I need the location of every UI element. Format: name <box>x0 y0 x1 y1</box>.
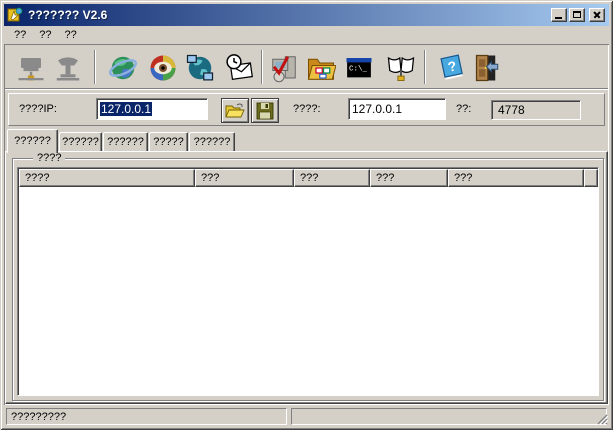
view-eye-button[interactable] <box>146 49 180 86</box>
ip-input-selected-text: 127.0.0.1 <box>100 102 152 116</box>
column-header-3[interactable]: ??? <box>294 169 370 187</box>
resize-grip-icon[interactable] <box>595 412 608 425</box>
mail-schedule-button[interactable] <box>222 49 256 86</box>
list-body[interactable] <box>19 187 597 394</box>
globe-computers-icon <box>185 53 215 83</box>
toolbar-separator <box>261 50 263 84</box>
remote-network-button[interactable] <box>183 49 217 86</box>
tab-3[interactable]: ?????? <box>103 132 148 152</box>
title-bar[interactable]: ??????? V2.6 <box>4 4 609 26</box>
close-button[interactable] <box>589 8 605 22</box>
command-prompt-button[interactable]: C:\_ <box>342 49 376 86</box>
port-field: 4778 <box>491 100 581 120</box>
tab-5[interactable]: ?????? <box>189 132 235 152</box>
command-prompt-icon: C:\_ <box>344 53 374 83</box>
book-network-button[interactable] <box>384 49 418 86</box>
cmd-icon-text: C:\_ <box>349 65 368 73</box>
menu-item-2[interactable]: ?? <box>33 28 57 42</box>
browser-button[interactable] <box>106 49 140 86</box>
client-area: C:\_ ? <box>4 44 609 405</box>
tab-page: ???? ???? ??? ??? ??? ??? <box>5 151 608 404</box>
column-header-1[interactable]: ???? <box>19 169 195 187</box>
computer-check-icon <box>269 53 299 83</box>
column-header-5[interactable]: ??? <box>448 169 584 187</box>
network-connect-icon <box>16 53 46 83</box>
second-label: ????: <box>293 103 321 115</box>
programs-folder-button[interactable] <box>304 49 338 86</box>
list-view[interactable]: ???? ??? ??? ??? ??? <box>17 167 599 396</box>
menu-item-3[interactable]: ?? <box>59 28 83 42</box>
tab-4[interactable]: ????? <box>149 132 188 152</box>
eye-icon <box>148 53 178 83</box>
toolbar: C:\_ ? <box>5 45 608 89</box>
maximize-icon <box>573 11 581 18</box>
menu-bar: ?? ?? ?? <box>4 26 609 44</box>
tab-2[interactable]: ?????? <box>59 132 102 152</box>
menu-item-1[interactable]: ?? <box>8 28 32 42</box>
column-header-2[interactable]: ??? <box>195 169 294 187</box>
save-floppy-icon <box>255 102 275 120</box>
connect-button[interactable] <box>14 49 48 86</box>
open-folder-icon <box>225 102 245 120</box>
app-window: ??????? V2.6 ?? ?? ?? <box>0 0 613 430</box>
status-panel-right <box>291 408 607 425</box>
exit-door-icon <box>469 53 499 83</box>
window-title: ??????? V2.6 <box>28 8 107 22</box>
column-header-4[interactable]: ??? <box>370 169 448 187</box>
status-panel-left: ????????? <box>6 408 287 425</box>
exit-button[interactable] <box>467 49 501 86</box>
minimize-button[interactable] <box>551 8 567 22</box>
toolbar-separator <box>424 50 426 84</box>
ip-input[interactable]: 127.0.0.1 <box>96 98 208 120</box>
column-header-filler <box>584 169 598 187</box>
tab-1[interactable]: ?????? <box>7 129 58 153</box>
folder-programs-icon <box>306 53 336 83</box>
system-check-button[interactable] <box>267 49 301 86</box>
save-button[interactable] <box>251 98 279 123</box>
group-box: ???? ???? ??? ??? ??? ??? <box>12 158 604 401</box>
app-icon <box>7 7 23 23</box>
browser-globe-icon <box>108 53 138 83</box>
second-input[interactable] <box>348 98 446 120</box>
open-button[interactable] <box>221 98 249 123</box>
toolbar-separator <box>94 50 96 84</box>
connection-panel: ????IP: 127.0.0.1 ????: ??: <box>8 93 605 126</box>
port-label: ??: <box>456 103 471 115</box>
envelope-clock-icon <box>224 53 254 83</box>
disconnect-button[interactable] <box>51 49 85 86</box>
list-header: ???? ??? ??? ??? ??? <box>19 169 598 187</box>
help-book-icon: ? <box>437 53 467 83</box>
ip-label: ????IP: <box>19 103 57 115</box>
help-button[interactable]: ? <box>435 49 469 86</box>
open-book-icon <box>386 53 416 83</box>
status-bar: ????????? <box>4 407 609 426</box>
group-box-caption: ???? <box>33 152 65 164</box>
network-disconnect-icon <box>53 53 83 83</box>
minimize-icon <box>555 17 562 19</box>
maximize-button[interactable] <box>569 8 585 22</box>
